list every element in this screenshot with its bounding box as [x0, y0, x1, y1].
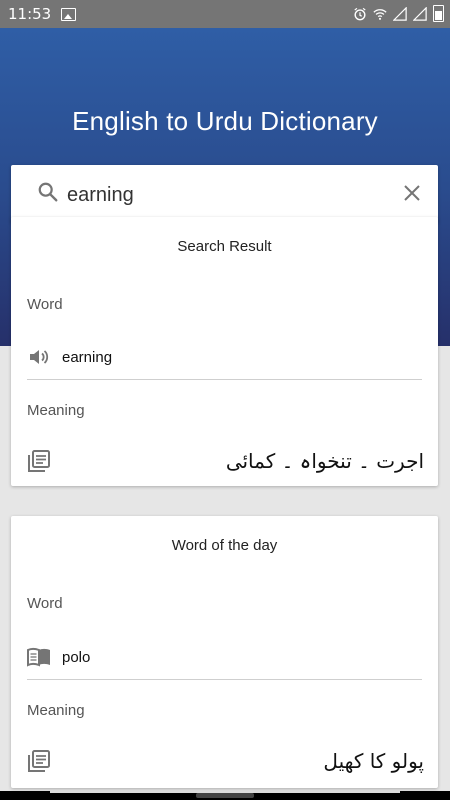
divider — [27, 379, 422, 380]
meaning-row: پولو کا کھیل — [27, 743, 424, 779]
image-icon — [61, 7, 77, 21]
word-label: Word — [27, 595, 63, 612]
status-bar: 11:53 — [0, 0, 450, 28]
search-bar — [11, 165, 438, 223]
speaker-icon[interactable] — [27, 345, 51, 369]
status-icons — [353, 5, 444, 22]
meaning-label: Meaning — [27, 702, 85, 719]
close-icon[interactable] — [402, 183, 422, 203]
battery-icon — [433, 5, 444, 22]
navigation-bar — [0, 791, 450, 800]
status-time: 11:53 — [8, 5, 52, 23]
notes-icon — [28, 750, 50, 772]
search-input[interactable] — [65, 179, 389, 211]
meaning-text: اجرت ۔ تنخواہ ۔ کمائی — [225, 449, 424, 473]
meaning-text: پولو کا کھیل — [323, 749, 424, 773]
word-row: polo — [27, 637, 422, 677]
word-text: polo — [62, 648, 91, 666]
wifi-icon — [373, 8, 387, 20]
alarm-icon — [354, 7, 366, 20]
word-row: earning — [27, 337, 422, 377]
app-title: English to Urdu Dictionary — [72, 106, 378, 136]
home-handle[interactable] — [196, 793, 254, 798]
book-icon — [27, 647, 50, 667]
card-title: Word of the day — [171, 537, 278, 554]
word-text: earning — [62, 348, 113, 366]
word-of-day-card: Word of the day Word polo Meaning پولو ک… — [11, 516, 438, 788]
signal-icon — [413, 6, 427, 21]
signal-icon — [393, 6, 407, 21]
word-label: Word — [27, 296, 63, 313]
search-icon[interactable] — [37, 181, 59, 203]
meaning-row: اجرت ۔ تنخواہ ۔ کمائی — [27, 443, 424, 479]
notes-icon — [28, 450, 50, 472]
meaning-label: Meaning — [27, 402, 85, 419]
divider — [27, 679, 422, 680]
card-title: Search Result — [177, 238, 272, 255]
search-result-card: Search Result Word earning Meaning اجرت … — [11, 217, 438, 486]
